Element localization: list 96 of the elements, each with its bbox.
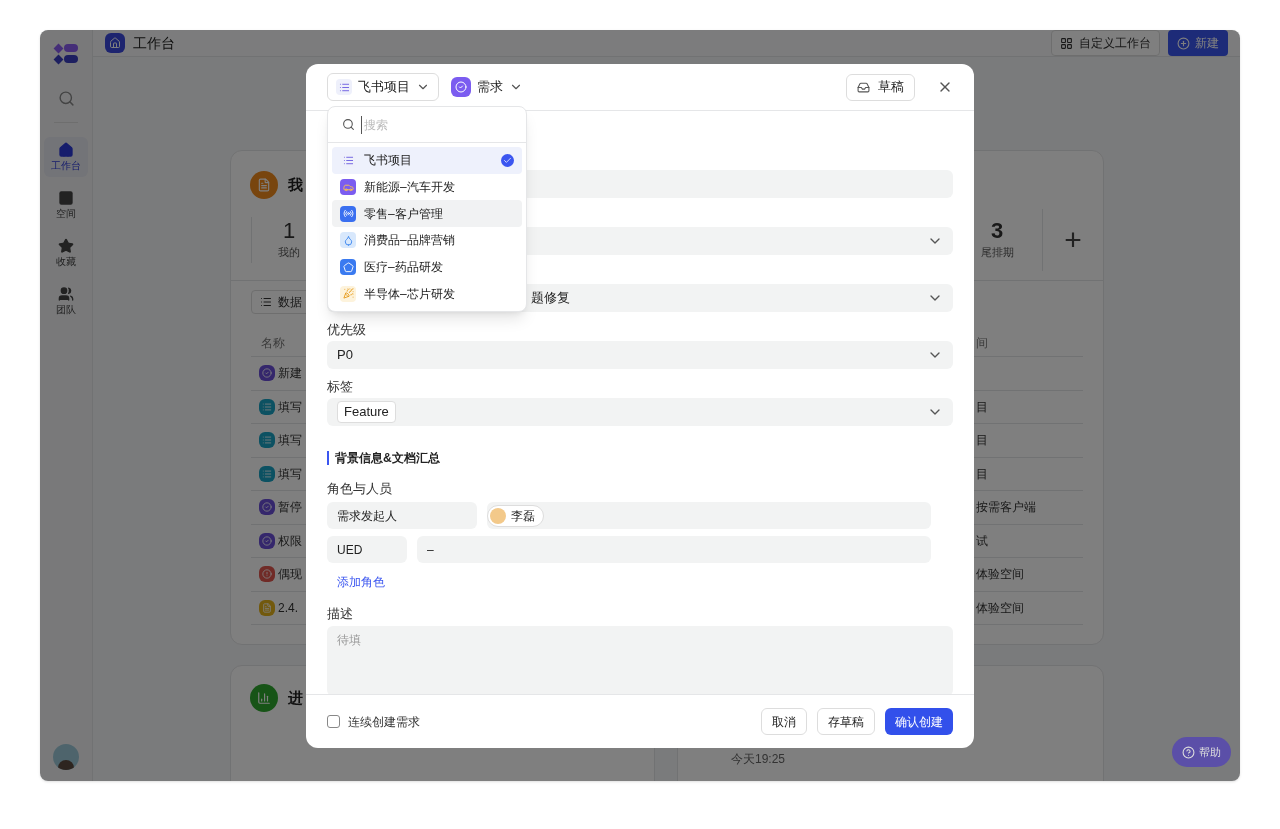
role-field[interactable]: UED xyxy=(327,536,407,563)
customize-button[interactable]: 自定义工作台 xyxy=(1051,30,1160,56)
field-value: 题修复 xyxy=(531,289,570,308)
people-field[interactable]: 李磊 xyxy=(487,502,931,529)
project-select[interactable]: 飞书项目 xyxy=(327,73,439,101)
home-icon xyxy=(58,142,74,158)
avatar[interactable] xyxy=(53,744,79,770)
stat-value: 1 xyxy=(282,218,296,245)
table-cell-text: 体验空间 xyxy=(976,599,1024,617)
table-cell-text: 目 xyxy=(976,465,988,483)
table-cell-text: 2.4. xyxy=(278,599,298,617)
grid-icon xyxy=(1060,36,1073,50)
document-icon xyxy=(259,599,275,616)
secondary-button[interactable]: 取消 xyxy=(761,708,807,735)
sidebar-item[interactable]: 空间 xyxy=(44,185,88,225)
column-header: 间 xyxy=(976,334,988,352)
field-label: 标签 xyxy=(327,378,353,397)
option-label: 零售–客户管理 xyxy=(364,205,444,223)
option-label: 医疗–药品研发 xyxy=(364,259,444,277)
sidebar-item[interactable]: 团队 xyxy=(44,281,88,321)
role-field[interactable]: 需求发起人 xyxy=(327,502,477,529)
secondary-button[interactable]: 存草稿 xyxy=(817,708,875,735)
option-label: 新能源–汽车开发 xyxy=(364,179,456,197)
sidebar-label: 空间 xyxy=(56,208,76,220)
sidebar-label: 团队 xyxy=(56,304,76,316)
people-field[interactable]: – xyxy=(417,536,931,563)
select-field[interactable]: P0 xyxy=(327,341,953,369)
project-option[interactable]: 零售–客户管理 xyxy=(332,200,522,228)
project-option[interactable]: 新能源–汽车开发 xyxy=(332,173,522,201)
table-cell-text: 目 xyxy=(976,398,988,416)
card-title: 我 xyxy=(288,174,303,195)
page-title: 工作台 xyxy=(133,33,175,53)
star-icon xyxy=(58,238,74,254)
tag-chip: Feature xyxy=(337,401,396,423)
field-value: P0 xyxy=(337,346,353,365)
sidebar-label: 工作台 xyxy=(51,160,81,172)
checkbox-label: 连续创建需求 xyxy=(348,713,420,731)
table-cell-text: 填写 xyxy=(278,465,302,483)
help-icon xyxy=(1182,745,1195,759)
column-header: 名称 xyxy=(260,334,286,352)
draft-button[interactable]: 草稿 xyxy=(846,73,915,101)
timestamp: 今天19:25 xyxy=(731,752,786,766)
table-cell-text: 新建 xyxy=(278,365,302,383)
help-button[interactable]: 帮助 xyxy=(1172,737,1231,767)
search-icon xyxy=(342,118,355,131)
description-field[interactable]: 待填 xyxy=(327,626,953,694)
card-title: 进 xyxy=(288,688,303,708)
tag-select-field[interactable]: Feature xyxy=(327,398,953,426)
person-chip: 李磊 xyxy=(487,504,544,527)
field-label: 优先级 xyxy=(327,321,366,340)
stat-label: 尾排期 xyxy=(980,245,1014,261)
table-cell-text: 偶现 xyxy=(278,566,302,584)
table-cell-text: 暂停 xyxy=(278,499,302,517)
table-cell-text: 填写 xyxy=(278,398,302,416)
task-icon xyxy=(259,499,275,516)
option-label: 消费品–品牌营销 xyxy=(364,232,456,250)
task-icon xyxy=(259,365,275,382)
drop-icon xyxy=(340,232,356,249)
task-icon xyxy=(259,532,275,549)
section-title: 背景信息&文档汇总 xyxy=(335,450,440,467)
option-label: 半导体–芯片研发 xyxy=(364,285,456,303)
table-cell-text: 权限 xyxy=(278,532,302,550)
team-icon xyxy=(58,286,74,302)
sidebar-label: 收藏 xyxy=(56,256,76,268)
car-icon xyxy=(340,179,356,196)
check-icon xyxy=(501,153,514,167)
home-icon xyxy=(105,33,125,53)
table-cell-text: 按需客户端 xyxy=(976,499,1036,517)
add-role-link[interactable]: 添加角色 xyxy=(337,572,385,592)
alert-icon xyxy=(259,566,275,583)
search-icon[interactable] xyxy=(57,90,75,107)
sidebar-item[interactable]: 收藏 xyxy=(44,233,88,273)
project-option[interactable]: 消费品–品牌营销 xyxy=(332,227,522,254)
table-cell-text: 填写 xyxy=(278,432,302,450)
project-option[interactable]: 医疗–药品研发 xyxy=(332,253,522,281)
checkbox[interactable] xyxy=(327,715,340,728)
party-popper-icon xyxy=(340,285,356,302)
logo-icon xyxy=(54,44,78,63)
field-label: 角色与人员 xyxy=(327,480,393,498)
stat-label: 我的 xyxy=(278,245,300,261)
type-select[interactable]: 需求 xyxy=(451,73,523,101)
plus-icon xyxy=(1177,36,1190,50)
option-label: 飞书项目 xyxy=(364,152,413,170)
task-icon xyxy=(451,77,471,97)
signal-icon xyxy=(340,205,356,222)
project-option[interactable]: 飞书项目 xyxy=(332,147,522,174)
table-cell-text: 体验空间 xyxy=(976,566,1024,584)
table-cell-text: 目 xyxy=(976,432,988,450)
add-button[interactable]: + xyxy=(1043,217,1103,262)
stat-value: 3 xyxy=(990,218,1004,245)
confirm-button[interactable]: 确认创建 xyxy=(885,708,953,735)
table-cell-text: 试 xyxy=(976,532,988,550)
search-field[interactable]: 搜索 xyxy=(361,115,501,134)
field-label: 描述 xyxy=(327,605,354,623)
chart-icon xyxy=(250,684,278,712)
inbox-icon xyxy=(857,80,870,94)
